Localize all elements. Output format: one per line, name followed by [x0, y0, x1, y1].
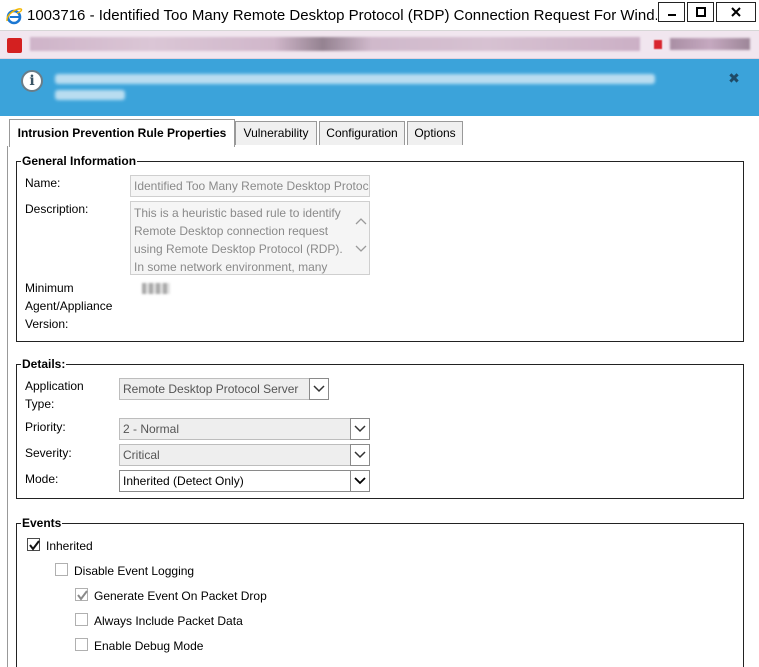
chevron-down-icon [354, 477, 366, 485]
min-version-label-line2: Agent/Appliance [25, 299, 113, 313]
dismiss-banner-close-icon[interactable]: ✖ [727, 71, 741, 85]
site-favicon-icon [7, 38, 22, 53]
tab-rule-properties[interactable]: Intrusion Prevention Rule Properties [9, 119, 235, 147]
address-bar[interactable] [0, 31, 759, 59]
mode-value: Inherited (Detect Only) [123, 474, 244, 488]
internet-explorer-icon [6, 8, 23, 25]
chevron-down-icon [354, 451, 366, 459]
severity-value: Critical [123, 448, 160, 462]
inherited-checkbox[interactable] [27, 538, 40, 551]
priority-value: 2 - Normal [123, 422, 180, 436]
severity-dropdown-button[interactable] [350, 444, 370, 466]
generate-event-on-packet-drop-checkbox[interactable] [75, 588, 88, 601]
disable-event-logging-label: Disable Event Logging [74, 564, 195, 578]
priority-dropdown-button[interactable] [350, 418, 370, 440]
general-information-group: General Information [16, 154, 744, 342]
checkmark-icon [29, 540, 40, 551]
enable-debug-mode-checkbox[interactable] [75, 638, 88, 651]
minimize-button[interactable] [658, 2, 685, 22]
priority-select[interactable]: 2 - Normal [119, 418, 370, 440]
mode-select[interactable]: Inherited (Detect Only) [119, 470, 370, 492]
tab-vulnerability[interactable]: Vulnerability [235, 121, 317, 145]
always-include-packet-data-checkbox[interactable] [75, 613, 88, 626]
tab-configuration[interactable]: Configuration [319, 121, 405, 145]
disable-event-logging-checkbox[interactable] [55, 563, 68, 576]
url-text-redacted [30, 37, 640, 51]
min-version-label-line3: Version: [25, 317, 69, 331]
name-label: Name: [25, 176, 61, 190]
minimize-icon [667, 14, 676, 16]
certificate-error-icon[interactable] [654, 40, 662, 49]
general-information-legend: General Information [22, 154, 137, 168]
min-version-value-redacted [142, 283, 170, 294]
description-text: This is a heuristic based rule to identi… [134, 206, 343, 274]
certificate-text-redacted [670, 38, 750, 50]
application-type-dropdown-button[interactable] [309, 378, 329, 400]
description-field[interactable]: This is a heuristic based rule to identi… [130, 201, 370, 275]
name-field[interactable]: Identified Too Many Remote Desktop Proto… [130, 175, 370, 197]
always-include-packet-data-label: Always Include Packet Data [94, 614, 243, 628]
mode-label: Mode: [25, 472, 59, 486]
properties-panel: General Information Name: Identified Too… [7, 146, 759, 667]
application-type-value: Remote Desktop Protocol Server [123, 382, 299, 396]
chevron-down-icon [313, 385, 325, 393]
inherited-label: Inherited [46, 539, 93, 553]
info-icon: i [21, 70, 43, 92]
info-banner: i ✖ [0, 59, 759, 116]
banner-message [55, 71, 695, 100]
tab-options[interactable]: Options [407, 121, 463, 145]
maximize-button[interactable] [687, 2, 714, 22]
generate-event-on-packet-drop-label: Generate Event On Packet Drop [94, 589, 267, 603]
priority-label: Priority: [25, 420, 66, 434]
min-version-label-line1: Minimum [25, 281, 74, 295]
details-legend: Details: [22, 357, 66, 371]
maximize-icon [695, 7, 706, 17]
events-legend: Events [22, 516, 62, 530]
description-scroll-arrows-icon[interactable] [355, 216, 367, 256]
checkmark-icon [77, 590, 88, 601]
application-type-label-line1: Application [25, 379, 84, 393]
close-icon [731, 7, 741, 17]
tab-strip: Intrusion Prevention Rule Properties Vul… [0, 116, 759, 147]
description-label: Description: [25, 202, 89, 216]
chevron-down-icon [354, 425, 366, 433]
application-type-select[interactable]: Remote Desktop Protocol Server [119, 378, 329, 400]
close-button[interactable] [716, 2, 756, 22]
window-titlebar: 1003716 - Identified Too Many Remote Des… [0, 0, 759, 31]
window-title: 1003716 - Identified Too Many Remote Des… [27, 7, 657, 24]
severity-label: Severity: [25, 446, 72, 460]
severity-select[interactable]: Critical [119, 444, 370, 466]
enable-debug-mode-label: Enable Debug Mode [94, 639, 204, 653]
application-type-label-line2: Type: [25, 397, 55, 411]
mode-dropdown-button[interactable] [350, 470, 370, 492]
